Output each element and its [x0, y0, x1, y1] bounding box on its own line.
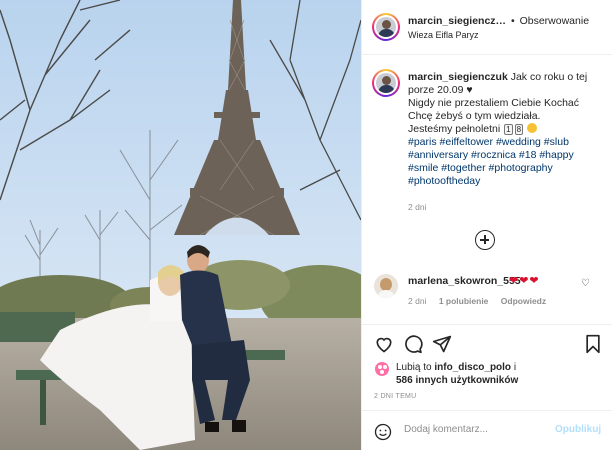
comment-item: marlena_skowron_555 ❤❤❤ ♡ 2 dni 1 polubi… [362, 266, 612, 310]
commenter-username-link[interactable]: marlena_skowron_555 [408, 275, 521, 287]
bookmark-icon[interactable] [583, 334, 603, 354]
caption-author-link[interactable]: marcin_siegienczuk [408, 71, 508, 83]
post-details-panel: marcin_siegiencz… • Obserwowanie Wieza E… [361, 0, 612, 450]
post-photo[interactable] [0, 0, 361, 450]
caption-line-2: Nigdy nie przestaliem Ciebie Kochać Chcę… [408, 97, 579, 122]
comment-reply-button[interactable]: Odpowiedz [501, 296, 546, 306]
comment-text: ❤❤❤ [509, 275, 540, 287]
comment-meta: 2 dni 1 polubienie Odpowiedz [408, 296, 556, 306]
author-avatar[interactable] [372, 13, 400, 41]
caption-line-3: Jesteśmy pełnoletni [408, 123, 501, 135]
author-username-link[interactable]: marcin_siegiencz… [408, 15, 506, 27]
smile-icon[interactable] [374, 423, 392, 441]
header-dot: • [510, 15, 515, 27]
post-time-ago: 2 DNI TEMU [374, 393, 417, 400]
header-author-line: marcin_siegiencz… • Obserwowanie [408, 15, 589, 27]
caption-hashtags[interactable]: #paris #eiffeltower #wedding #slub #anni… [408, 136, 574, 187]
comment-input[interactable] [404, 424, 544, 435]
load-more-icon[interactable] [475, 230, 495, 250]
likes-text: Lubią to info_disco_polo i 586 innych uż… [396, 361, 606, 387]
comment-composer: Opublikuj [362, 410, 612, 450]
likes-joiner: i [513, 362, 517, 373]
post-actions [362, 324, 612, 360]
comment-icon[interactable] [403, 334, 423, 354]
comment-time: 2 dni [408, 296, 427, 306]
smile-emoji-icon [526, 123, 537, 133]
liker-avatar[interactable] [374, 361, 390, 377]
comment-likes-link[interactable]: 1 polubienie [439, 296, 489, 306]
publish-button[interactable]: Opublikuj [555, 424, 601, 435]
caption-author-avatar[interactable] [372, 69, 400, 97]
post-header: marcin_siegiencz… • Obserwowanie Wieza E… [362, 0, 612, 55]
wedding-photo-image [0, 0, 361, 450]
location-link[interactable]: Wieza Eifla Paryz [408, 30, 479, 40]
comment-like-icon[interactable]: ♡ [581, 278, 590, 289]
likes-prefix: Lubią to [396, 362, 432, 373]
share-icon[interactable] [432, 334, 452, 354]
keycap-one-emoji: 1 [504, 124, 513, 135]
likes-others-link[interactable]: 586 innych użytkowników [396, 375, 518, 386]
follow-status-button[interactable]: Obserwowanie [520, 15, 589, 27]
commenter-avatar[interactable] [374, 274, 398, 298]
caption-text: marcin_siegienczuk Jak co roku o tej por… [408, 71, 604, 188]
liker-username-link[interactable]: info_disco_polo [434, 362, 511, 373]
caption-timestamp: 2 dni [408, 202, 427, 212]
heart-icon[interactable] [374, 334, 394, 354]
keycap-eight-emoji: 8 [514, 124, 524, 135]
heart-emoji: ♥ [466, 84, 473, 96]
